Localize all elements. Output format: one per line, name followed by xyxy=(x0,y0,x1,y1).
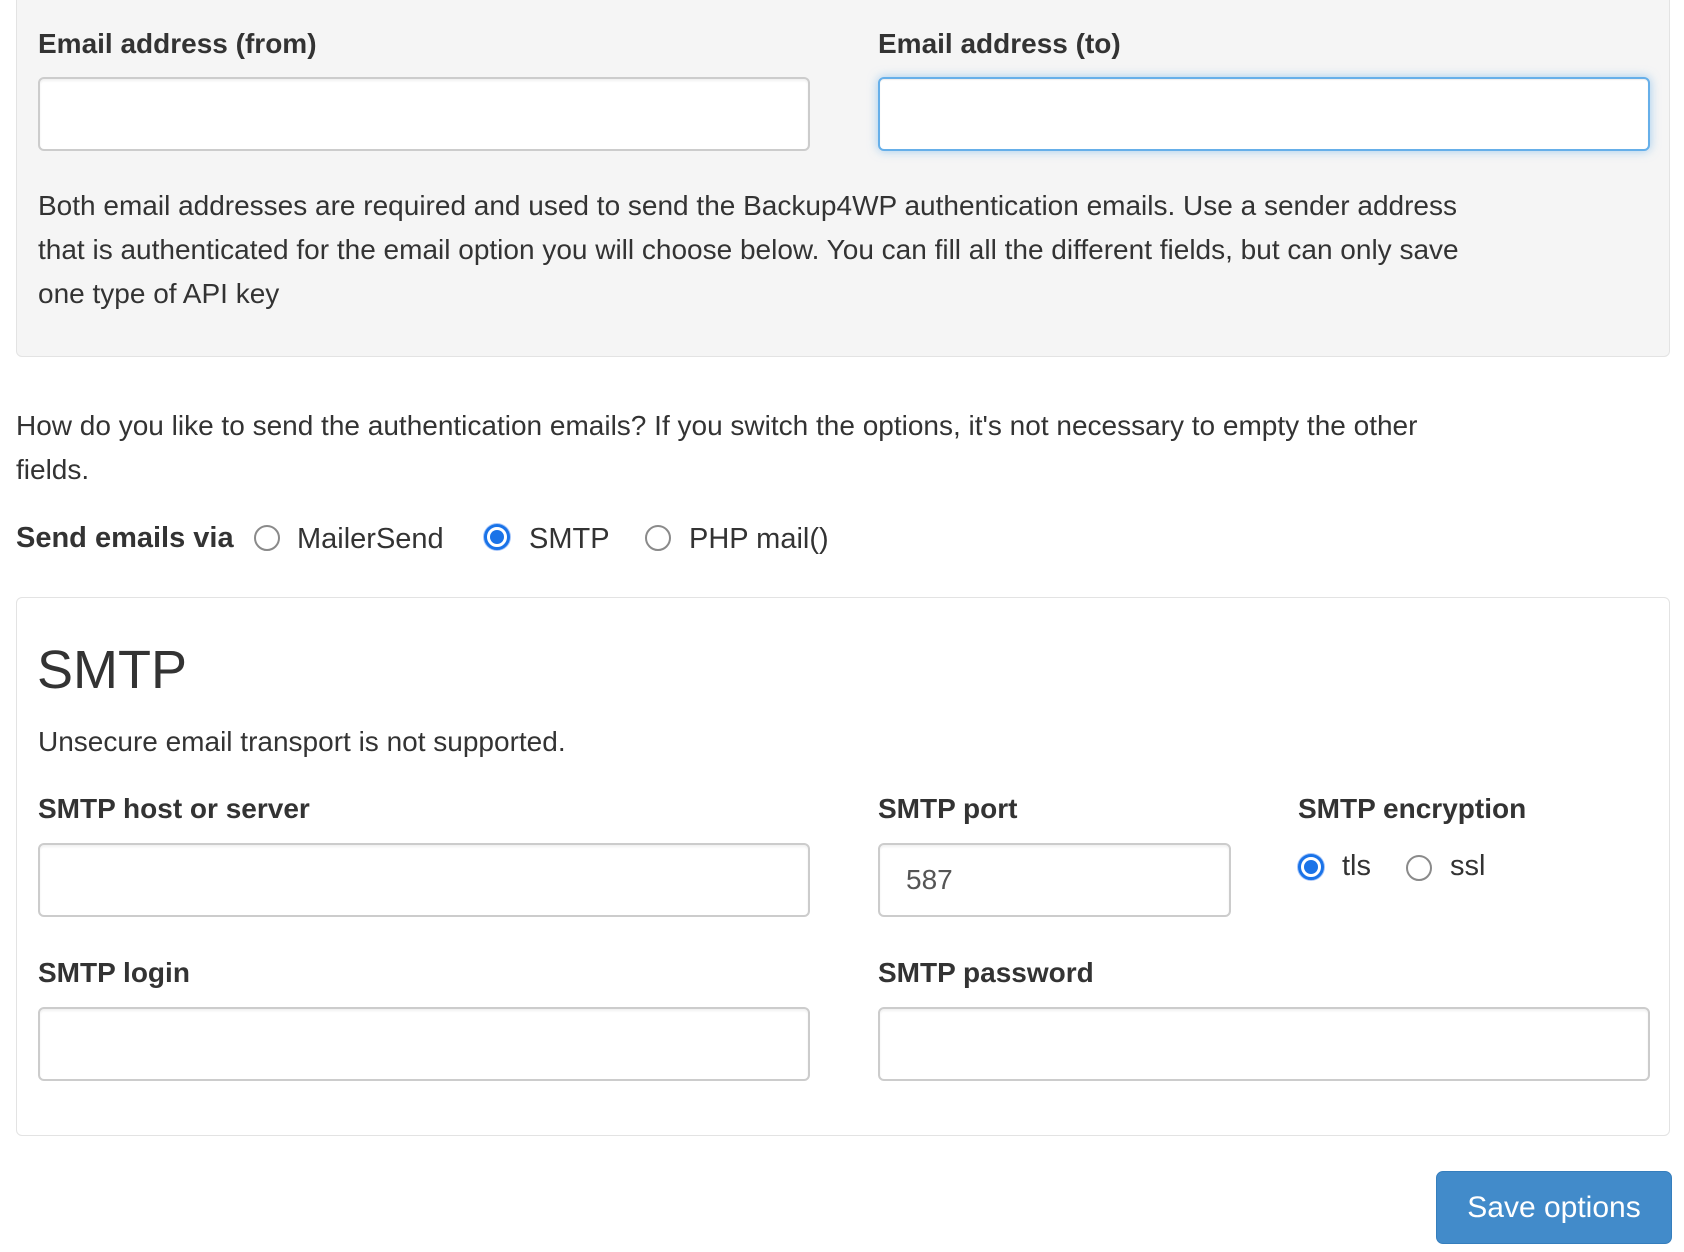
radio-ssl-label[interactable]: ssl xyxy=(1450,849,1485,883)
radio-ssl[interactable] xyxy=(1406,855,1432,881)
email-help-text: Both email addresses are required and us… xyxy=(38,184,1658,316)
send-via-label: Send emails via xyxy=(16,522,234,554)
radio-tls-label[interactable]: tls xyxy=(1342,849,1371,883)
email-to-label: Email address (to) xyxy=(878,28,1121,59)
smtp-host-label: SMTP host or server xyxy=(38,793,310,824)
smtp-port-input[interactable] xyxy=(878,843,1231,917)
smtp-title: SMTP xyxy=(37,640,188,700)
save-options-button[interactable]: Save options xyxy=(1436,1171,1672,1244)
question-line: How do you like to send the authenticati… xyxy=(16,410,1418,441)
email-to-input[interactable] xyxy=(878,77,1650,151)
question-line: fields. xyxy=(16,454,90,485)
email-help-line: Both email addresses are required and us… xyxy=(38,190,1457,221)
smtp-host-input[interactable] xyxy=(38,843,810,917)
email-from-label: Email address (from) xyxy=(38,28,317,59)
radio-mailersend[interactable] xyxy=(254,525,280,551)
radio-mailersend-label[interactable]: MailerSend xyxy=(297,522,444,556)
radio-smtp-label[interactable]: SMTP xyxy=(529,522,610,556)
send-method-question: How do you like to send the authenticati… xyxy=(16,404,1666,492)
email-help-line: one type of API key xyxy=(38,278,280,309)
email-from-input[interactable] xyxy=(38,77,810,151)
radio-php-mail-label[interactable]: PHP mail() xyxy=(689,522,829,556)
smtp-notice: Unsecure email transport is not supporte… xyxy=(38,726,566,757)
radio-smtp[interactable] xyxy=(484,524,510,550)
smtp-port-label: SMTP port xyxy=(878,793,1018,824)
radio-php-mail[interactable] xyxy=(645,525,671,551)
smtp-password-input[interactable] xyxy=(878,1007,1650,1081)
radio-tls[interactable] xyxy=(1298,854,1324,880)
email-help-line: that is authenticated for the email opti… xyxy=(38,234,1459,265)
smtp-encryption-label: SMTP encryption xyxy=(1298,793,1527,824)
smtp-login-input[interactable] xyxy=(38,1007,810,1081)
smtp-password-label: SMTP password xyxy=(878,957,1094,988)
smtp-login-label: SMTP login xyxy=(38,957,190,988)
